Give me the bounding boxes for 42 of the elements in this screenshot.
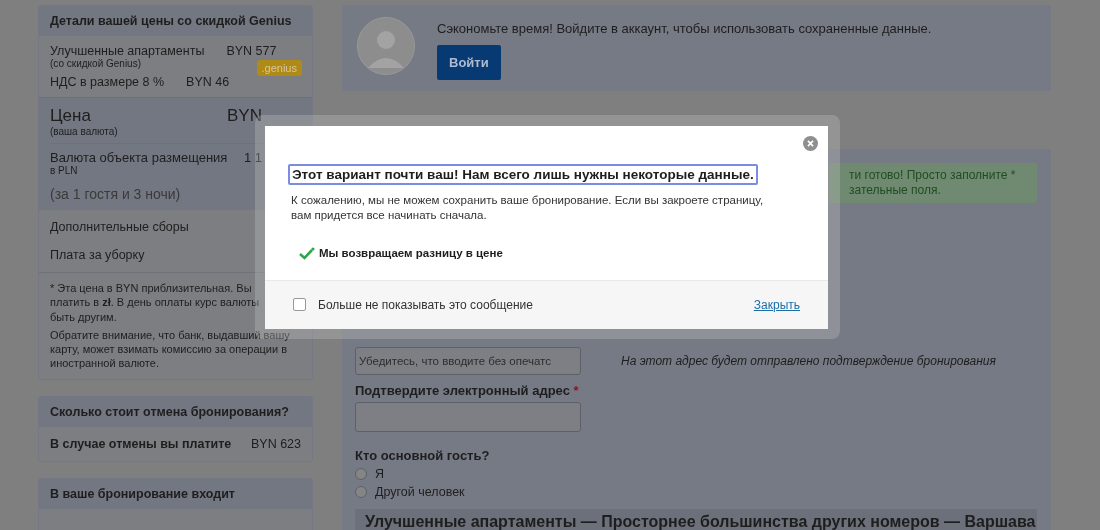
radio-button[interactable] — [355, 468, 367, 480]
price-line-label: НДС в размере 8 % — [50, 75, 165, 89]
card-title: Сколько стоит отмена бронирования? — [50, 404, 289, 419]
email-hint: На этот адрес будет отправлено подтверждение бронирования — [621, 354, 996, 368]
room-title: Улучшенные апартаменты — Просторнее большинства других номеров — Варшава — [365, 513, 1036, 530]
login-prompt: Сэкономьте время! Войдите в аккаунт, чтобы использовать сохраненные данные. — [437, 21, 932, 36]
field-label: Подтвердите электронный адрес — [355, 383, 570, 398]
dialog-title: Этот вариант почти ваш! Нам всего лишь нужны некоторые данные. — [288, 164, 758, 185]
field-label: Кто основной гость? — [355, 448, 491, 463]
stay-info: (за 1 гостя и 3 ночи) — [50, 186, 181, 202]
radio-button[interactable] — [355, 486, 367, 498]
price-line-amount: BYN 577 — [226, 44, 277, 58]
benefit-text: Мы возвращаем разницу в цене — [319, 247, 503, 260]
close-icon[interactable] — [803, 136, 818, 151]
cancellation-label: В случае отмены вы платите — [50, 436, 232, 451]
radio-label: Я — [375, 467, 385, 481]
checkbox[interactable] — [293, 298, 306, 312]
cancellation-amount: BYN 623 — [250, 436, 301, 451]
genius-badge: .genius — [256, 60, 302, 76]
checkmark-icon — [299, 246, 315, 260]
checkbox-label: Больше не показывать это сообщение — [318, 297, 533, 312]
bank-note: Обратите внимание, что банк, выдавший вашу карту, может взимать комиссию за операции в иностранной валюте. — [50, 327, 291, 371]
currency-label: Валюта объекта размещения — [50, 150, 228, 165]
card-title: Детали вашей цены со скидкой Genius — [50, 14, 292, 28]
close-link[interactable]: Закрыть — [753, 297, 800, 312]
dialog-message: К сожалению, мы не можем сохранить ваше бронирование. Если вы закроете страницу, вам придется все начинать сначала. — [291, 193, 765, 223]
total-label: Цена — [50, 106, 91, 126]
extra-fee-label: Плата за уборку — [50, 248, 146, 262]
extra-fee-label: Дополнительные сборы — [50, 220, 190, 234]
currency-amount: 1 1 — [243, 150, 262, 165]
login-button[interactable]: Войти — [437, 45, 501, 80]
radio-label: Другой человек — [375, 485, 465, 499]
total-note: (ваша валюта) — [50, 126, 119, 137]
card-title: В ваше бронирование входит — [50, 486, 235, 501]
email-field[interactable]: Убедитесь, что вводите без опечатс — [355, 347, 581, 375]
required-mark: * — [573, 383, 579, 398]
confirm-email-field[interactable] — [355, 402, 581, 432]
success-notice: ти готово! Просто заполните * зательные поля. — [829, 163, 1037, 203]
price-line-label: Улучшенные апартаменты — [50, 44, 205, 58]
price-line-amount: BYN 46 — [186, 75, 230, 89]
footnote: * Эта цена в BYN приблизительная. Вы платить в zł. В день оплаты курс валюты быть другим. — [50, 281, 260, 324]
total-amount: BYN — [227, 106, 262, 126]
